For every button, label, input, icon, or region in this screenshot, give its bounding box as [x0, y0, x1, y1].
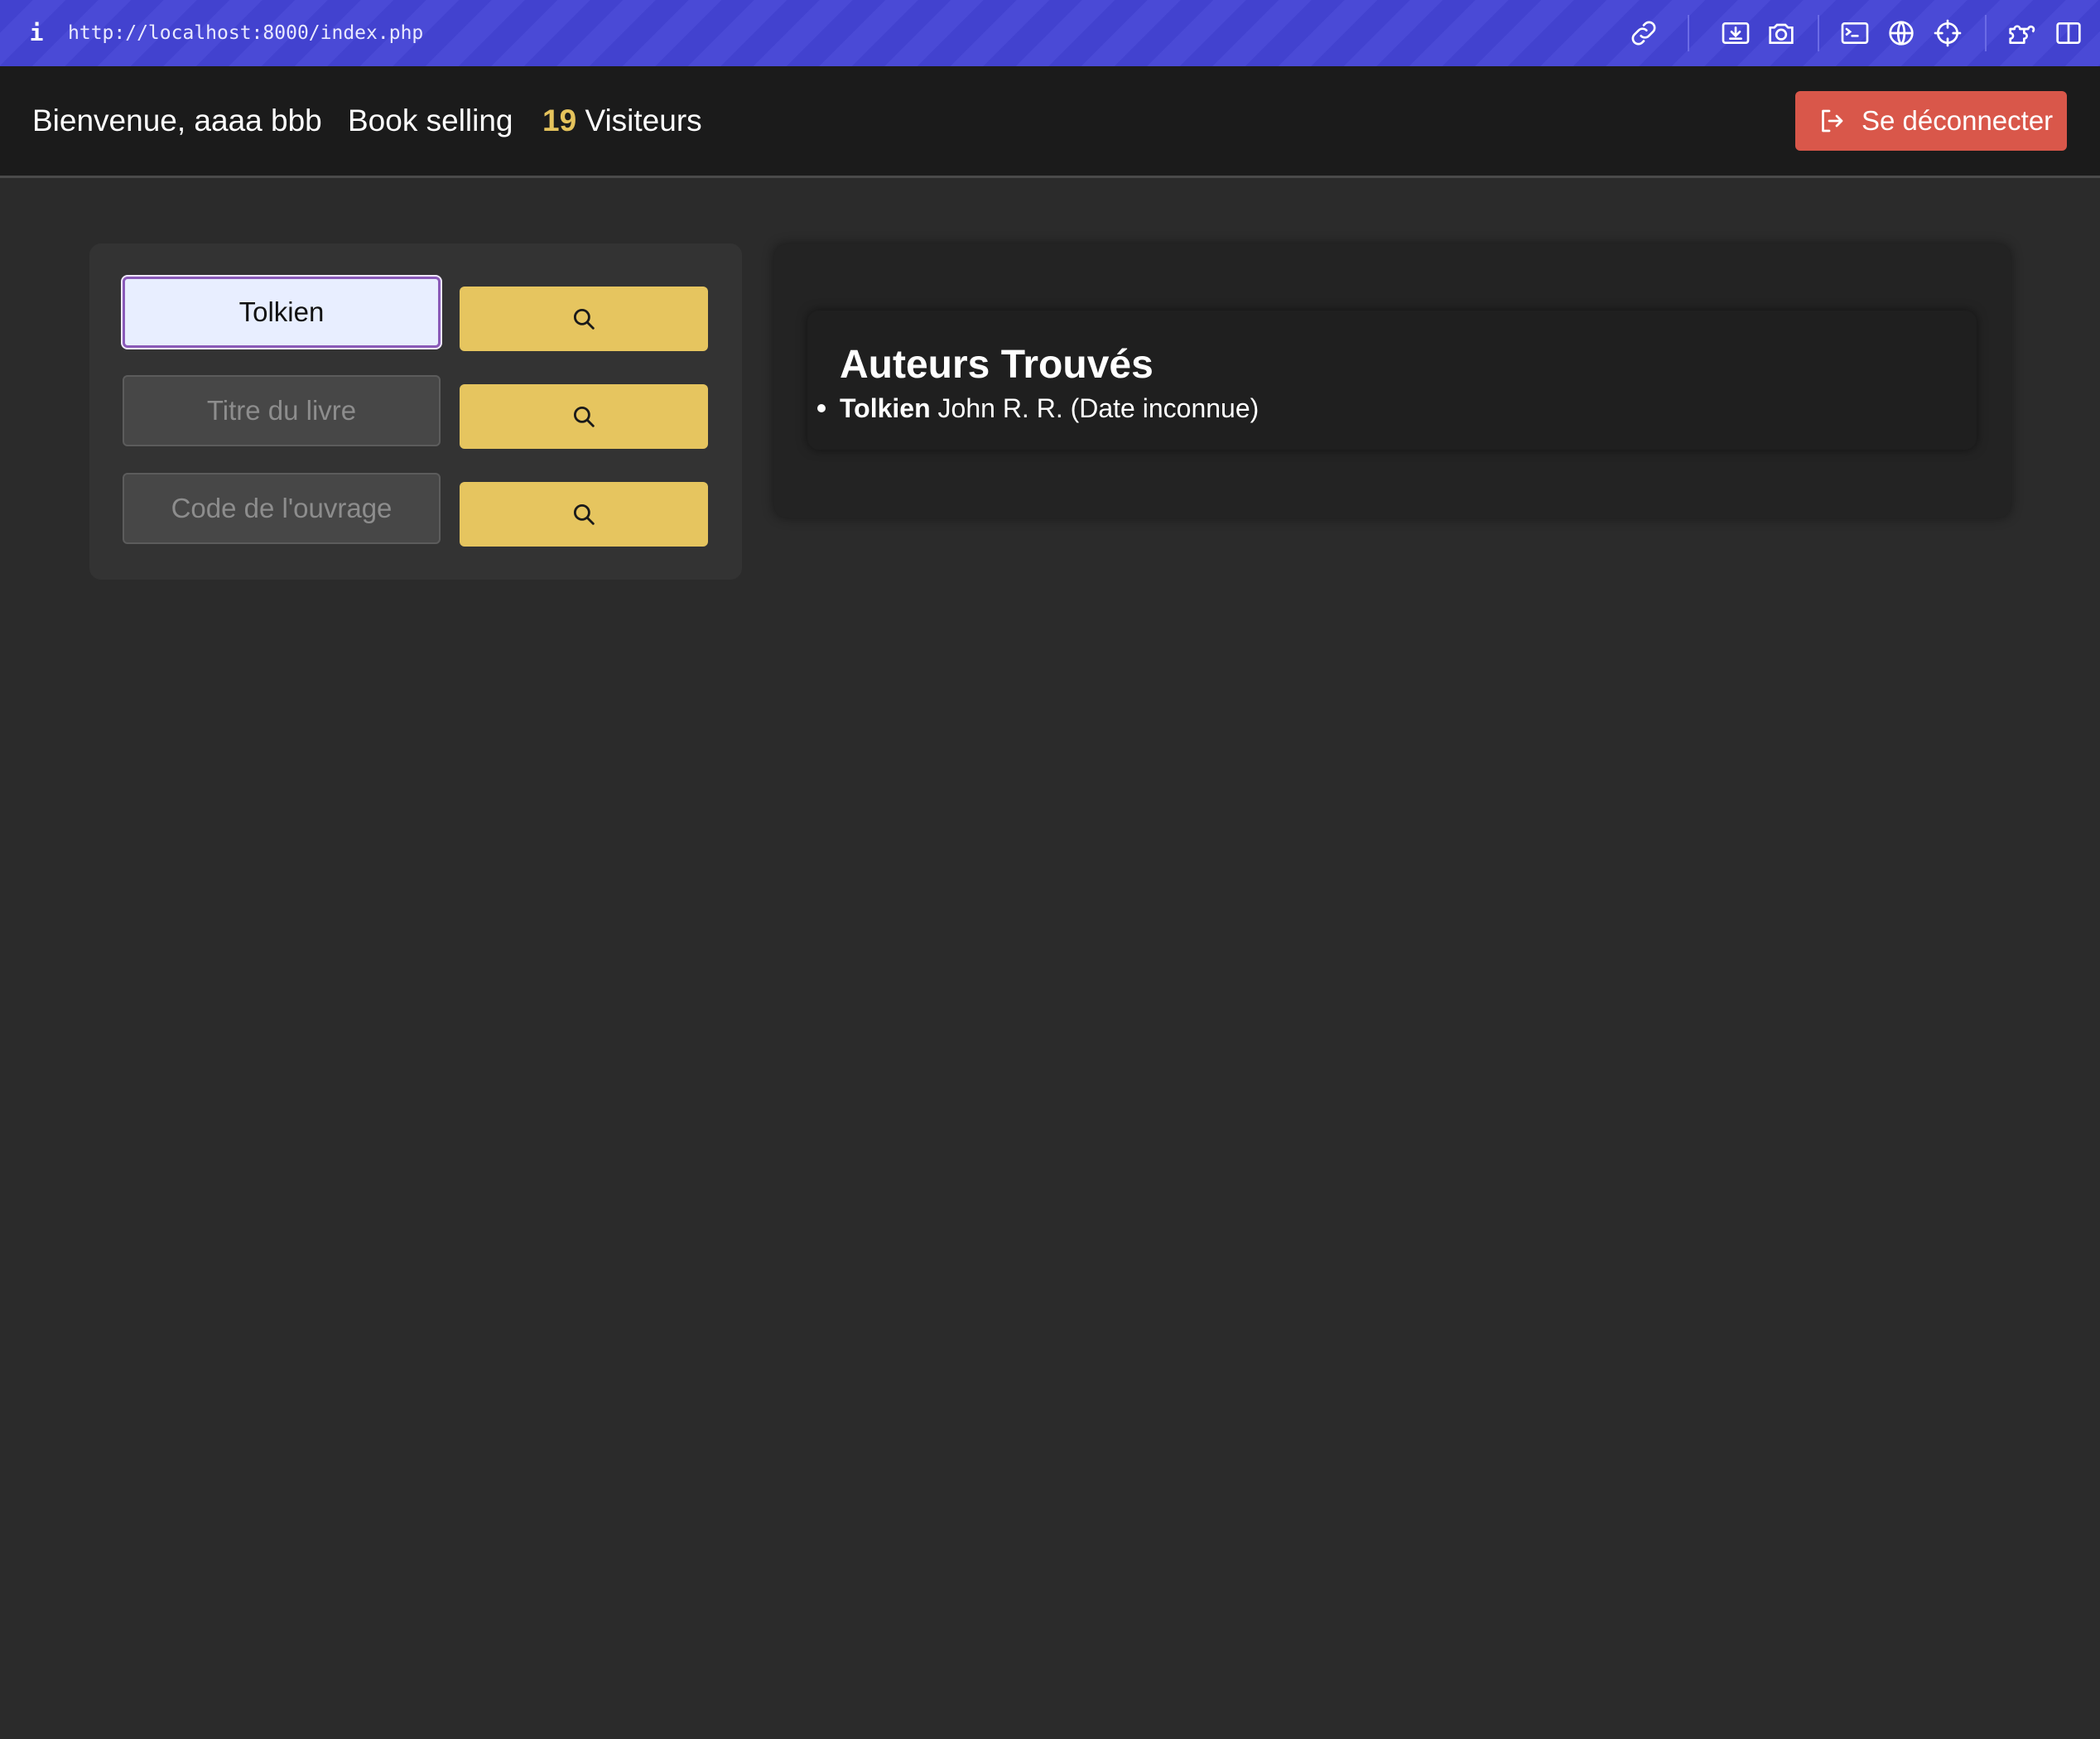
welcome-text: Bienvenue, aaaa bbb: [32, 104, 322, 137]
toolbar-separator: [1688, 15, 1689, 51]
terminal-icon[interactable]: [1838, 17, 1871, 50]
address-bar-url[interactable]: http://localhost:8000/index.php: [68, 18, 423, 48]
globe-icon[interactable]: [1885, 17, 1918, 50]
logout-label: Se déconnecter: [1862, 105, 2054, 136]
visitor-counter: 19 Visiteurs: [542, 99, 702, 142]
camera-icon[interactable]: [1765, 17, 1798, 50]
visitor-label: Visiteurs: [585, 104, 702, 137]
list-bullet: [817, 404, 826, 412]
browser-toolbar: i http://localhost:8000/index.php: [0, 0, 2100, 67]
code-search-button[interactable]: [460, 482, 708, 547]
code-search-input[interactable]: [123, 473, 441, 544]
author-search-input[interactable]: [123, 277, 441, 348]
title-search-button[interactable]: [460, 384, 708, 449]
toolbar-separator: [1818, 15, 1819, 51]
toolbar-separator: [1985, 15, 1987, 51]
results-heading: Auteurs Trouvés: [840, 343, 1154, 387]
app-title-link[interactable]: Book selling: [348, 99, 513, 142]
search-icon: [573, 406, 595, 427]
sidebar-icon[interactable]: [2052, 17, 2085, 50]
link-icon[interactable]: [1627, 17, 1660, 50]
extension-icon[interactable]: [2005, 17, 2038, 50]
author-surname: Tolkien: [840, 393, 931, 423]
crosshair-icon[interactable]: [1931, 17, 1964, 50]
results-panel: Auteurs Trouvés Tolkien John R. R. (Date…: [774, 244, 2011, 518]
author-list-item: Tolkien John R. R. (Date inconnue): [840, 390, 1259, 426]
authors-results-card: Auteurs Trouvés Tolkien John R. R. (Date…: [807, 311, 1977, 450]
app-header: Bienvenue, aaaa bbb Book selling 19 Visi…: [0, 66, 2100, 178]
author-search-button[interactable]: [460, 287, 708, 351]
search-icon: [573, 503, 595, 525]
author-details: John R. R. (Date inconnue): [937, 393, 1260, 423]
search-icon: [573, 308, 595, 330]
info-icon[interactable]: i: [28, 18, 45, 48]
download-screenshot-icon[interactable]: [1719, 17, 1752, 50]
logout-icon: [1822, 109, 1843, 132]
visitor-count: 19: [542, 104, 577, 137]
search-panel: [89, 243, 742, 580]
title-search-input[interactable]: [123, 375, 441, 446]
logout-button[interactable]: Se déconnecter: [1795, 91, 2067, 151]
